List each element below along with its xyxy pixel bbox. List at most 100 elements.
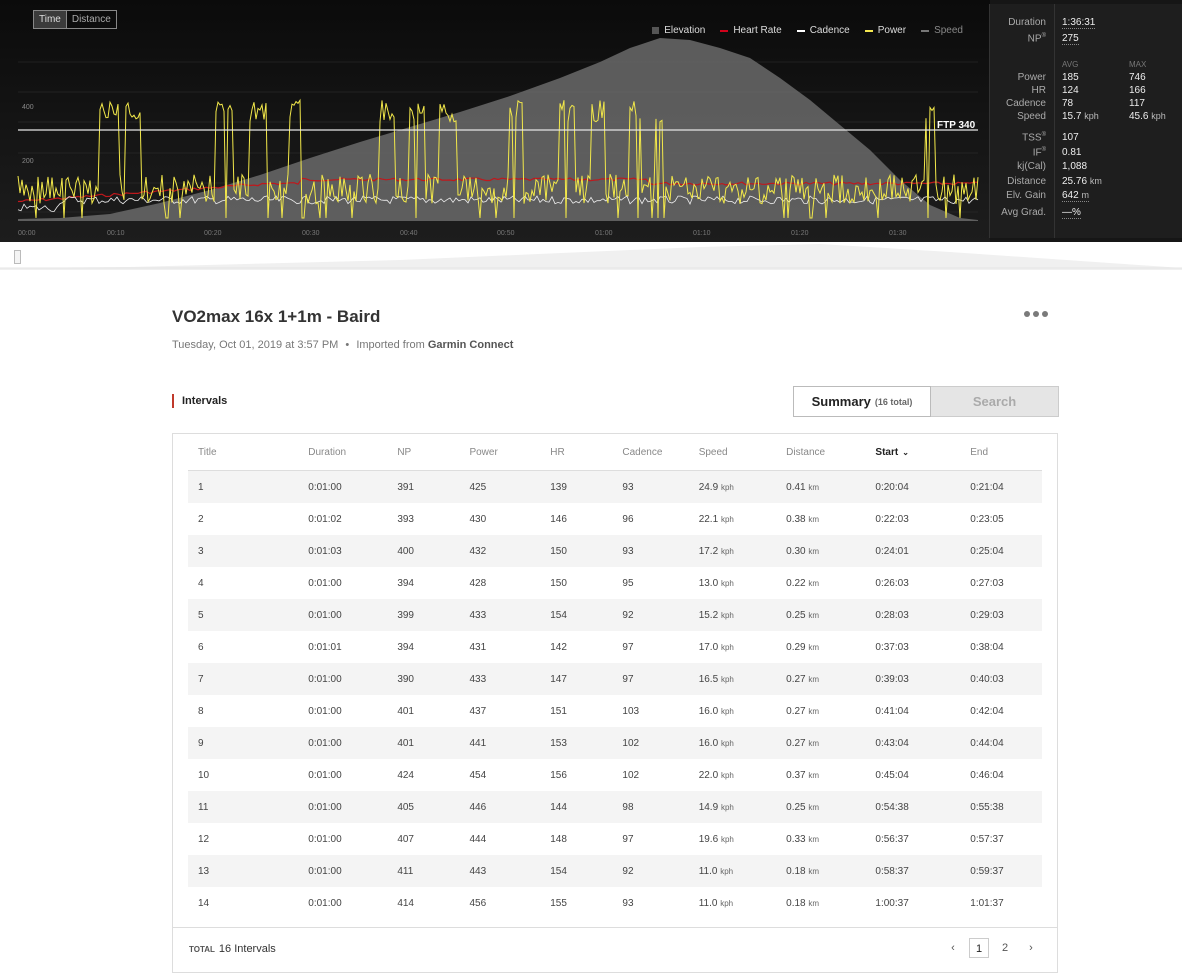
- table-cell: 102: [612, 727, 689, 759]
- column-header-end[interactable]: End: [960, 434, 1042, 471]
- page-2-button[interactable]: 2: [995, 938, 1015, 958]
- stat-label: Avg Grad.: [1001, 207, 1046, 218]
- table-cell: 0.33 km: [786, 833, 820, 845]
- page-1-button[interactable]: 1: [969, 938, 989, 958]
- table-cell: 0.41 km: [776, 470, 866, 503]
- table-cell: 0:22:03: [875, 513, 909, 525]
- table-cell: 0:41:04: [875, 705, 909, 717]
- axis-toggle: Time Distance: [33, 10, 117, 29]
- tab-search[interactable]: Search: [931, 386, 1059, 417]
- table-cell: 401: [397, 705, 414, 717]
- table-cell: 92: [612, 855, 689, 887]
- legend-label: Elevation: [664, 25, 706, 36]
- table-cell: 13: [188, 855, 299, 887]
- x-tick-label: 00:00: [18, 230, 36, 237]
- chart-legend: Elevation Heart Rate Cadence Power Speed: [652, 25, 963, 36]
- column-header-hr[interactable]: HR: [540, 434, 613, 471]
- table-cell: 0:20:04: [865, 470, 961, 503]
- stat-label: Distance: [1007, 176, 1046, 187]
- column-header-duration[interactable]: Duration: [298, 434, 388, 471]
- chart-overview-strip[interactable]: [0, 242, 1182, 270]
- table-cell: 0:21:04: [960, 470, 1042, 503]
- table-row[interactable]: 1 0:01:00 391 425 139 93 24.9 kph 0.41 km 0:20:0…: [188, 470, 1042, 503]
- distance-toggle-button[interactable]: Distance: [66, 10, 117, 29]
- table-row[interactable]: 10 0:01:00 424 454 156 102 22.0 kph 0.37 km 0:45…: [188, 759, 1042, 791]
- legend-heart-rate[interactable]: Heart Rate: [720, 25, 782, 36]
- legend-speed[interactable]: Speed: [921, 25, 963, 36]
- column-header-cadence[interactable]: Cadence: [612, 434, 689, 471]
- table-cell: 11.0 kph: [688, 855, 777, 887]
- stat-cadence: Cadence 78 117: [990, 98, 1182, 111]
- table-row[interactable]: 4 0:01:00 394 428 150 95 13.0 kph 0.22 km 0:26:0…: [188, 567, 1042, 599]
- column-header-speed[interactable]: Speed: [688, 434, 777, 471]
- stat-duration: Duration 1:36:31: [990, 17, 1182, 30]
- table-cell: 0:01:00: [308, 705, 342, 717]
- table-cell: 0:01:03: [298, 535, 388, 567]
- table-cell: 0.27 km: [786, 705, 820, 717]
- table-cell: 0:01:00: [308, 577, 342, 589]
- table-cell: 0.37 km: [786, 769, 820, 781]
- table-cell: 12: [198, 833, 210, 845]
- column-header-start[interactable]: Start ⌄: [865, 434, 961, 471]
- activity-chart[interactable]: FTP 340 00:00 00:10 00:20 00:30 00:40 00:50 01…: [0, 0, 990, 242]
- table-row[interactable]: 7 0:01:00 390 433 147 97 16.5 kph 0.27 km 0:39:0…: [188, 663, 1042, 695]
- table-row[interactable]: 5 0:01:00 399 433 154 92 15.2 kph 0.25 km 0:28:0…: [188, 599, 1042, 631]
- table-row[interactable]: 9 0:01:00 401 441 153 102 16.0 kph 0.27 km 0:43:…: [188, 727, 1042, 759]
- table-row[interactable]: 6 0:01:01 394 431 142 97 17.0 kph 0.29 km 0:37:0…: [188, 631, 1042, 663]
- table-cell: 0.29 km: [786, 641, 820, 653]
- legend-elevation[interactable]: Elevation: [652, 25, 705, 36]
- chevron-left-icon[interactable]: ‹: [943, 938, 963, 958]
- stats-panel: Duration 1:36:31 NP® 275 AVG MAX Power 18…: [989, 4, 1182, 238]
- table-cell: 0:01:00: [308, 833, 342, 845]
- chevron-right-icon[interactable]: ›: [1021, 938, 1041, 958]
- table-row[interactable]: 13 0:01:00 411 443 154 92 11.0 kph 0.18 km 0:58:…: [188, 855, 1042, 887]
- time-toggle-button[interactable]: Time: [33, 10, 67, 29]
- table-cell: 0.18 km: [786, 897, 820, 909]
- tab-summary[interactable]: Summary (16 total): [793, 386, 931, 417]
- table-row[interactable]: 8 0:01:00 401 437 151 103 16.0 kph 0.27 km 0:41:…: [188, 695, 1042, 727]
- column-header-title[interactable]: Title: [188, 434, 299, 471]
- table-cell: 0:43:04: [865, 727, 961, 759]
- intervals-table: Title Duration NP Power HR Cadence Speed Distan…: [188, 434, 1042, 919]
- table-cell: 1:00:37: [875, 897, 909, 909]
- intervals-tabs: Summary (16 total) Search: [793, 386, 1059, 417]
- summary-count: (16 total): [874, 396, 913, 407]
- column-header-power[interactable]: Power: [459, 434, 541, 471]
- table-cell: 7: [188, 663, 299, 695]
- more-icon: [1024, 311, 1030, 317]
- table-cell: 151: [550, 705, 567, 717]
- table-row[interactable]: 12 0:01:00 407 444 148 97 19.6 kph 0.33 km 0:56:…: [188, 823, 1042, 855]
- chart-plot[interactable]: FTP 340 00:00 00:10 00:20 00:30 00:40 00:50 01…: [0, 0, 990, 242]
- table-cell: 414: [397, 897, 414, 909]
- legend-power[interactable]: Power: [864, 25, 906, 36]
- table-cell: 0:54:38: [865, 791, 961, 823]
- import-prefix: Imported from: [356, 339, 425, 351]
- table-cell: 0:40:03: [960, 663, 1042, 695]
- import-source: Garmin Connect: [427, 339, 514, 351]
- x-tick-label: 01:00: [595, 230, 613, 237]
- table-cell: 390: [387, 663, 460, 695]
- table-cell: 16.0 kph: [698, 705, 734, 717]
- overview-drag-handle[interactable]: [14, 250, 21, 264]
- column-header-distance[interactable]: Distance: [776, 434, 866, 471]
- table-cell: 5: [188, 599, 299, 631]
- line-icon: [921, 29, 930, 32]
- table-row[interactable]: 11 0:01:00 405 446 144 98 14.9 kph 0.25 km 0:54:…: [188, 791, 1042, 823]
- table-cell: 16.0 kph: [688, 727, 777, 759]
- table-row[interactable]: 14 0:01:00 414 456 155 93 11.0 kph 0.18 km 1:00:…: [188, 887, 1042, 919]
- table-cell: 0.25 km: [776, 599, 866, 631]
- column-header-np[interactable]: NP: [387, 434, 460, 471]
- table-cell: 400: [387, 535, 460, 567]
- table-cell: 11: [188, 791, 299, 823]
- table-cell: 0.25 km: [776, 791, 866, 823]
- table-cell: 98: [612, 791, 689, 823]
- legend-cadence[interactable]: Cadence: [796, 25, 850, 36]
- table-cell: 428: [469, 577, 487, 589]
- table-cell: 147: [540, 663, 613, 695]
- more-options-button[interactable]: [1024, 311, 1048, 317]
- table-cell: 0:01:00: [298, 663, 388, 695]
- table-cell: 0:46:04: [970, 769, 1004, 781]
- table-cell: 393: [397, 513, 414, 525]
- table-row[interactable]: 3 0:01:03 400 432 150 93 17.2 kph 0.30 km 0:24:0…: [188, 535, 1042, 567]
- table-row[interactable]: 2 0:01:02 393 430 146 96 22.1 kph 0.38 km 0:22:0…: [188, 503, 1042, 535]
